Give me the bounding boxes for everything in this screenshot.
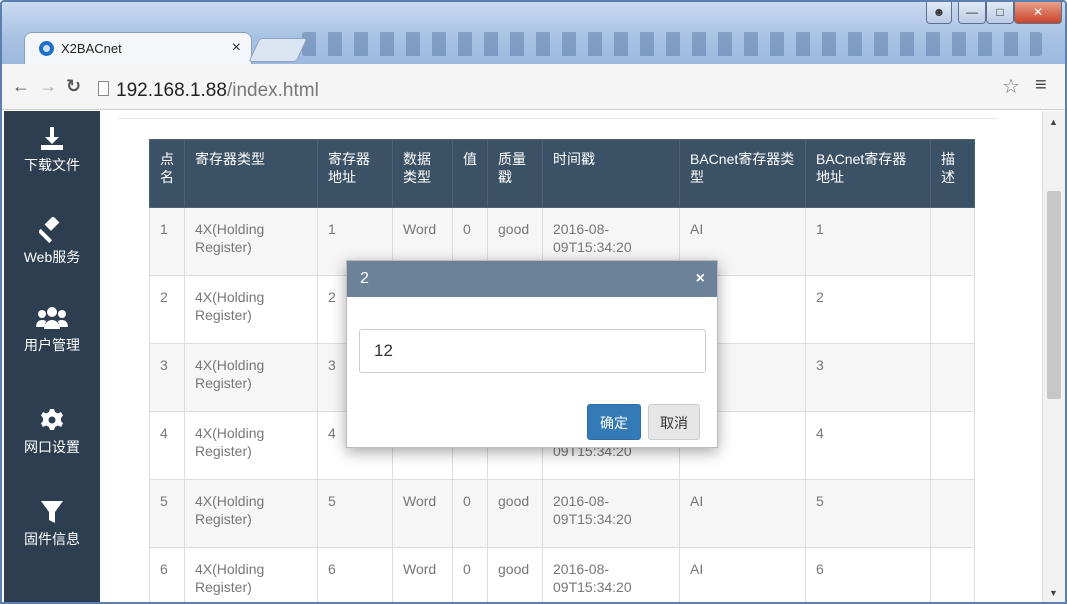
col-header-quality[interactable]: 质量戳: [487, 139, 543, 208]
table-row[interactable]: 6 4X(Holding Register) 6 Word 0 good 2016-08-0…: [149, 547, 975, 602]
col-header-bacnet-address[interactable]: BACnet寄存器地址: [805, 139, 931, 208]
cell-value[interactable]: 0: [452, 547, 488, 602]
dialog-title: 2: [360, 270, 369, 287]
cell-point-name[interactable]: 3: [149, 343, 185, 412]
cell-bacnet-address[interactable]: 4: [805, 411, 931, 480]
tab-title: X2BACnet: [61, 41, 122, 56]
cell-register-type[interactable]: 4X(Holding Register): [184, 207, 318, 276]
cell-bacnet-address[interactable]: 3: [805, 343, 931, 412]
cell-timestamp[interactable]: 2016-08-09T15:34:20: [542, 479, 680, 548]
cell-point-name[interactable]: 1: [149, 207, 185, 276]
scroll-down-icon[interactable]: ▼: [1049, 588, 1058, 598]
cancel-button[interactable]: 取消: [648, 404, 700, 440]
cell-description[interactable]: [930, 275, 975, 344]
sidebar-item-label: 下载文件: [24, 157, 80, 173]
cell-register-type[interactable]: 4X(Holding Register): [184, 275, 318, 344]
back-arrow-icon[interactable]: ←: [12, 76, 30, 97]
sidebar-item-network-settings[interactable]: 网口设置: [4, 407, 100, 457]
cell-description[interactable]: [930, 207, 975, 276]
sidebar: 下载文件 Web服务 用户管理 网口设置 固件信息: [4, 111, 100, 602]
cell-point-name[interactable]: 2: [149, 275, 185, 344]
user-icon[interactable]: ☻: [926, 2, 952, 24]
browser-tab[interactable]: X2BACnet ×: [24, 32, 252, 64]
cell-bacnet-address[interactable]: 5: [805, 479, 931, 548]
cell-quality[interactable]: good: [487, 547, 543, 602]
value-input[interactable]: [359, 329, 706, 373]
sidebar-item-label: Web服务: [23, 249, 81, 265]
col-header-timestamp[interactable]: 时间戳: [542, 139, 680, 208]
filter-icon: [41, 501, 63, 523]
sidebar-item-label: 用户管理: [24, 337, 80, 353]
vertical-scrollbar[interactable]: ▲ ▼: [1042, 111, 1065, 602]
col-header-point-name[interactable]: 点名: [149, 139, 185, 208]
forward-arrow-icon[interactable]: →: [39, 76, 57, 97]
col-header-register-type[interactable]: 寄存器类型: [184, 139, 318, 208]
gavel-icon: [39, 217, 60, 243]
tab-close-icon[interactable]: ×: [232, 39, 241, 57]
users-icon: [36, 307, 68, 329]
cell-value[interactable]: 0: [452, 479, 488, 548]
page-icon: [98, 81, 109, 96]
cell-point-name[interactable]: 4: [149, 411, 185, 480]
cell-register-type[interactable]: 4X(Holding Register): [184, 547, 318, 602]
address-bar[interactable]: 192.168.1.88/index.html: [116, 80, 319, 102]
sidebar-item-web-service[interactable]: Web服务: [4, 217, 100, 267]
cell-register-type[interactable]: 4X(Holding Register): [184, 479, 318, 548]
cell-point-name[interactable]: 6: [149, 547, 185, 602]
table-header-row: 点名 寄存器类型 寄存器地址 数据类型 值 质量戳 时间戳 BACnet寄存器类…: [149, 139, 975, 208]
cell-bacnet-address[interactable]: 1: [805, 207, 931, 276]
sidebar-item-user-management[interactable]: 用户管理: [4, 305, 100, 355]
cell-data-type[interactable]: Word: [392, 479, 453, 548]
cell-bacnet-address[interactable]: 2: [805, 275, 931, 344]
cell-quality[interactable]: good: [487, 479, 543, 548]
cell-description[interactable]: [930, 479, 975, 548]
title-bar-decoration: [302, 32, 1042, 56]
gear-icon: [41, 409, 63, 430]
edit-value-dialog: 2 × 确定 取消: [346, 260, 718, 448]
divider: [118, 118, 998, 119]
col-header-description[interactable]: 描述: [930, 139, 975, 208]
cell-point-name[interactable]: 5: [149, 479, 185, 548]
scroll-thumb[interactable]: [1047, 191, 1061, 399]
cell-data-type[interactable]: Word: [392, 547, 453, 602]
url-path: /index.html: [226, 80, 319, 101]
col-header-data-type[interactable]: 数据类型: [392, 139, 453, 208]
favicon-icon: [39, 41, 54, 56]
cell-description[interactable]: [930, 547, 975, 602]
close-window-button[interactable]: ✕: [1014, 2, 1062, 24]
cell-register-type[interactable]: 4X(Holding Register): [184, 343, 318, 412]
confirm-button[interactable]: 确定: [587, 404, 641, 440]
url-host: 192.168.1.88: [116, 80, 227, 101]
new-tab-button[interactable]: [248, 38, 308, 62]
sidebar-item-firmware-info[interactable]: 固件信息: [4, 499, 100, 549]
col-header-bacnet-type[interactable]: BACnet寄存器类型: [679, 139, 806, 208]
minimize-button[interactable]: —: [958, 2, 986, 24]
cell-bacnet-type[interactable]: AI: [679, 479, 806, 548]
cell-bacnet-type[interactable]: AI: [679, 547, 806, 602]
cell-register-type[interactable]: 4X(Holding Register): [184, 411, 318, 480]
col-header-register-address[interactable]: 寄存器地址: [317, 139, 393, 208]
cell-bacnet-address[interactable]: 6: [805, 547, 931, 602]
maximize-button[interactable]: □: [986, 2, 1014, 24]
col-header-value[interactable]: 值: [452, 139, 488, 208]
cell-register-address[interactable]: 6: [317, 547, 393, 602]
cell-description[interactable]: [930, 343, 975, 412]
scroll-up-icon[interactable]: ▲: [1049, 117, 1058, 127]
dialog-close-icon[interactable]: ×: [696, 270, 705, 288]
sidebar-item-label: 固件信息: [24, 531, 80, 547]
cell-register-address[interactable]: 5: [317, 479, 393, 548]
menu-icon[interactable]: ≡: [1035, 74, 1047, 97]
download-icon: [41, 127, 63, 150]
sidebar-item-download[interactable]: 下载文件: [4, 125, 100, 175]
table-row[interactable]: 5 4X(Holding Register) 5 Word 0 good 2016-08-0…: [149, 479, 975, 548]
dialog-header: 2 ×: [347, 261, 717, 297]
reload-icon[interactable]: ↻: [66, 76, 81, 97]
cell-description[interactable]: [930, 411, 975, 480]
bookmark-star-icon[interactable]: ☆: [1002, 74, 1020, 99]
sidebar-item-label: 网口设置: [24, 439, 80, 455]
cell-timestamp[interactable]: 2016-08-09T15:34:20: [542, 547, 680, 602]
browser-toolbar: ← → ↻ 192.168.1.88/index.html ☆ ≡: [2, 64, 1065, 110]
browser-window: X2BACnet × ☻ — □ ✕ ← → ↻ 192.168.1.88/in…: [0, 0, 1067, 604]
title-bar: X2BACnet × ☻ — □ ✕: [2, 2, 1065, 70]
